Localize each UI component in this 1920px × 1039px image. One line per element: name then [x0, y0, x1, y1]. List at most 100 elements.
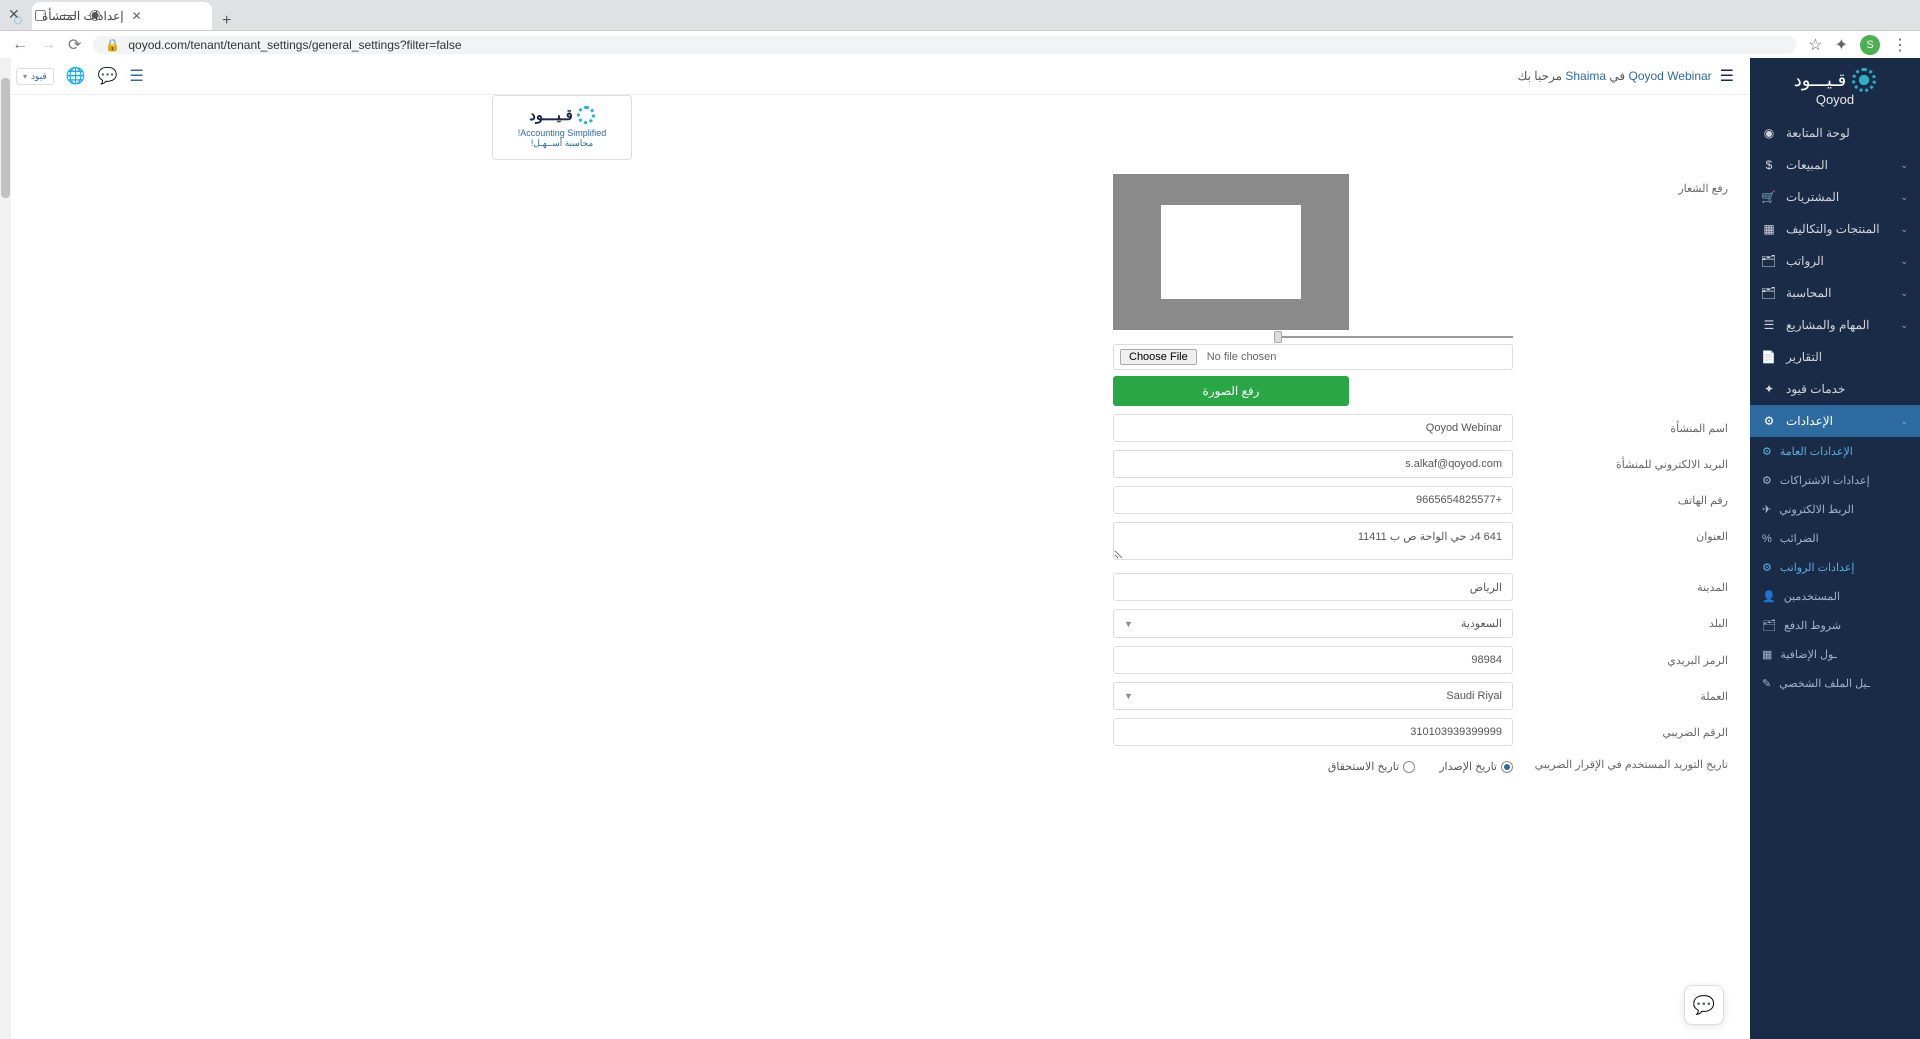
sidebar-sub-custom-fields[interactable]: ـول الإضافية▦: [1750, 640, 1920, 669]
sidebar-item-settings[interactable]: ⌄ الإعدادات⚙: [1750, 405, 1920, 437]
sidebar-item-sales[interactable]: ⌄ المبيعات$: [1750, 149, 1920, 181]
brand-logo: قـيـــود: [1760, 68, 1910, 92]
sidebar-item-salaries[interactable]: ⌄ الرواتب🗂: [1750, 245, 1920, 277]
star-icon[interactable]: ☆: [1808, 35, 1822, 55]
close-tab-icon[interactable]: ✕: [132, 9, 142, 23]
chevron-down-icon: ⌄: [1900, 288, 1908, 299]
dollar-icon: $: [1762, 158, 1776, 172]
sidebar-item-accounting[interactable]: ⌄ المحاسبة🗂: [1750, 277, 1920, 309]
logo-crop-area[interactable]: [1113, 174, 1349, 330]
sidebar-item-reports[interactable]: التقارير📄: [1750, 341, 1920, 373]
label-supply-date: تاريخ التوريد المستخدم في الإقرار الضريب…: [1533, 754, 1728, 771]
globe-icon[interactable]: 🌐: [66, 66, 86, 86]
org-name-input[interactable]: [1113, 414, 1513, 442]
folder-icon: 🗂: [1762, 254, 1776, 268]
label-tax: الرقم الضريبي: [1533, 718, 1728, 739]
browser-chrome: ✕ ▢ — ◉ ◌ إعدادات المنشأة ✕ + ← → ⟳ 🔒 qo…: [0, 0, 1920, 58]
chevron-down-icon: ▼: [1124, 619, 1133, 629]
sidebar-sub-subscriptions[interactable]: إعدادات الاشتراكات⚙: [1750, 466, 1920, 495]
lock-icon: 🔒: [105, 38, 120, 52]
chat-icon[interactable]: 💬: [98, 66, 118, 86]
label-postal: الرمز البريدي: [1533, 646, 1728, 667]
radio-icon: [1403, 761, 1415, 773]
phone-input[interactable]: [1113, 486, 1513, 514]
kebab-menu-icon[interactable]: ⋮: [1892, 35, 1908, 55]
minimize-window-icon[interactable]: —: [61, 6, 75, 23]
chat-widget-button[interactable]: 💬: [1684, 985, 1724, 1025]
sidebar: قـيـــود Qoyod لوحة المتابعة◉ ⌄ المبيعات…: [1750, 58, 1920, 1039]
logo-tagline-ar: محاسبة أســهـل!: [511, 138, 613, 149]
logo-mark-icon: [1852, 68, 1876, 92]
extensions-icon[interactable]: ✦: [1835, 35, 1848, 55]
sidebar-item-tasks[interactable]: ⌄ المهام والمشاريع☰: [1750, 309, 1920, 341]
address-bar[interactable]: 🔒 qoyod.com/tenant/tenant_settings/gener…: [93, 36, 1796, 54]
sidebar-sub-salary-settings[interactable]: إعدادات الرواتب⚙: [1750, 553, 1920, 582]
postal-input[interactable]: [1113, 646, 1513, 674]
supply-date-radio-group: تاريخ الإصدار تاريخ الاستحقاق: [1113, 754, 1513, 773]
sidebar-item-dashboard[interactable]: لوحة المتابعة◉: [1750, 117, 1920, 149]
close-window-icon[interactable]: ✕: [8, 6, 20, 23]
new-tab-button[interactable]: +: [212, 12, 241, 30]
topbar: ▾قيود 🌐 💬 ☰ مرحبا بك Shaima في Qoyod Web…: [0, 58, 1750, 95]
city-input[interactable]: [1113, 573, 1513, 601]
record-icon[interactable]: ◉: [89, 6, 101, 23]
window-controls: ✕ ▢ — ◉: [8, 6, 101, 23]
label-address: العنوان: [1533, 522, 1728, 543]
sparkle-icon: ✦: [1762, 382, 1776, 396]
sidebar-sub-general[interactable]: الإعدادات العامة⚙: [1750, 437, 1920, 466]
chevron-down-icon: ⌄: [1900, 224, 1908, 235]
file-status: No file chosen: [1207, 351, 1277, 363]
reload-icon[interactable]: ⟳: [68, 35, 81, 55]
maximize-window-icon[interactable]: ▢: [34, 6, 47, 23]
main-area: ▾قيود 🌐 💬 ☰ مرحبا بك Shaima في Qoyod Web…: [0, 58, 1750, 1039]
chevron-down-icon: ⌄: [1900, 160, 1908, 171]
email-input[interactable]: [1113, 450, 1513, 478]
country-select[interactable]: السعودية▼: [1113, 609, 1513, 638]
forward-icon[interactable]: →: [40, 36, 56, 54]
scrollbar-thumb[interactable]: [1, 78, 10, 198]
chevron-down-icon: ▼: [1124, 691, 1133, 701]
slider-handle[interactable]: [1274, 331, 1282, 343]
sidebar-item-products[interactable]: ⌄ المنتجات والتكاليف▦: [1750, 213, 1920, 245]
gear-icon: ⚙: [1762, 474, 1772, 487]
crop-box[interactable]: [1161, 205, 1301, 299]
sidebar-item-services[interactable]: خدمات قيود✦: [1750, 373, 1920, 405]
logo-mark-icon: [577, 106, 595, 124]
list-icon[interactable]: ☰: [130, 66, 144, 86]
chevron-down-icon: ⌄: [1900, 320, 1908, 331]
label-upload-logo: رفع الشعار: [1533, 174, 1728, 195]
gear-icon: ⚙: [1762, 445, 1772, 458]
sidebar-sub-users[interactable]: المستخدمين👤: [1750, 582, 1920, 611]
sidebar-sub-integration[interactable]: الربط الالكتروني✈: [1750, 495, 1920, 524]
upload-button[interactable]: رفع الصورة: [1113, 376, 1349, 406]
zoom-slider[interactable]: [1277, 336, 1513, 338]
company-logo-card: قـيـــود Accounting Simplified! محاسبة أ…: [492, 95, 632, 160]
label-org-name: اسم المنشأة: [1533, 414, 1728, 435]
address-input[interactable]: 641 4د حي الواحة ص ب 11411: [1113, 522, 1513, 560]
choose-file-button[interactable]: Choose File: [1120, 349, 1197, 365]
label-city: المدينة: [1533, 573, 1728, 594]
radio-issue-date[interactable]: تاريخ الإصدار: [1439, 760, 1513, 773]
address-bar-row: ← → ⟳ 🔒 qoyod.com/tenant/tenant_settings…: [0, 30, 1920, 58]
menu-icon[interactable]: ☰: [1720, 66, 1734, 86]
cart-icon: 🛒: [1762, 190, 1776, 204]
back-icon[interactable]: ←: [12, 36, 28, 54]
radio-due-date[interactable]: تاريخ الاستحقاق: [1328, 760, 1415, 773]
percent-icon: %: [1762, 533, 1772, 545]
label-phone: رقم الهاتف: [1533, 486, 1728, 507]
radio-icon: [1501, 761, 1513, 773]
brand-block: قـيـــود Qoyod: [1750, 58, 1920, 117]
label-currency: العملة: [1533, 682, 1728, 703]
grid-icon: ▦: [1762, 222, 1776, 236]
profile-avatar[interactable]: S: [1860, 35, 1880, 55]
sidebar-item-purchases[interactable]: ⌄ المشتريات🛒: [1750, 181, 1920, 213]
tax-input[interactable]: [1113, 718, 1513, 746]
mini-logo[interactable]: ▾قيود: [16, 68, 54, 85]
pencil-icon: ✎: [1762, 677, 1771, 690]
sidebar-sub-taxes[interactable]: الضرائب%: [1750, 524, 1920, 553]
sidebar-sub-payment-terms[interactable]: شروط الدفع🗂: [1750, 611, 1920, 640]
brand-sub: Qoyod: [1760, 92, 1910, 107]
scrollbar[interactable]: [0, 58, 11, 1039]
currency-select[interactable]: Saudi Riyal▼: [1113, 682, 1513, 710]
sidebar-sub-profile[interactable]: ـيل الملف الشخصي✎: [1750, 669, 1920, 698]
